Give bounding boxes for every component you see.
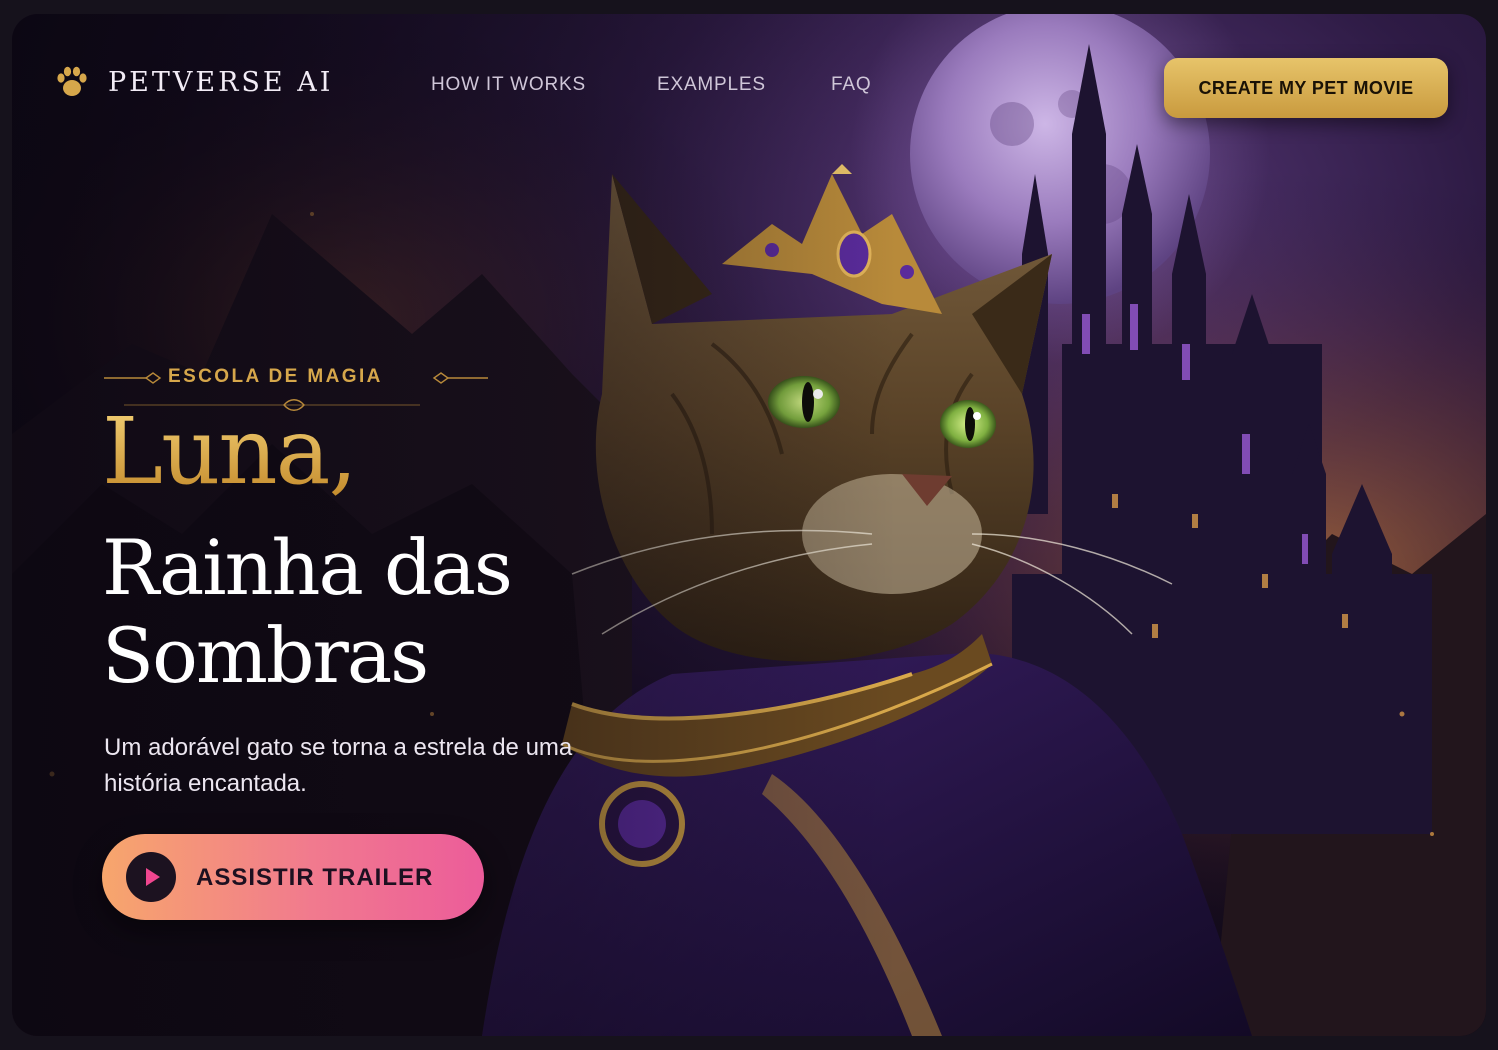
hero-title-subtitle-lines: Rainha das Sombras bbox=[102, 524, 662, 700]
hero-title-line-1: Rainha das bbox=[102, 523, 513, 612]
hero-title-line-2: Sombras bbox=[102, 611, 429, 700]
brand-logo[interactable]: PETVERSE AI bbox=[54, 64, 333, 100]
paw-icon bbox=[57, 66, 87, 96]
nav-link-faq[interactable]: FAQ bbox=[831, 74, 871, 96]
watch-trailer-button[interactable]: ASSISTIR TRAILER bbox=[102, 834, 484, 920]
nav-link-how-it-works[interactable]: HOW IT WORKS bbox=[431, 74, 586, 96]
hero-title-name: Luna, bbox=[102, 398, 358, 505]
nav-link-examples[interactable]: EXAMPLES bbox=[657, 74, 766, 96]
eyebrow-label: ESCOLA DE MAGIA bbox=[168, 366, 383, 387]
play-icon bbox=[126, 852, 176, 902]
create-my-pet-movie-button[interactable]: CREATE MY PET MOVIE bbox=[1164, 58, 1448, 118]
top-nav: PETVERSE AI HOW IT WORKS EXAMPLES FAQ CR… bbox=[12, 14, 1486, 154]
hero-frame: PETVERSE AI HOW IT WORKS EXAMPLES FAQ CR… bbox=[12, 14, 1486, 1036]
watch-trailer-label: ASSISTIR TRAILER bbox=[196, 864, 434, 891]
hero-description: Um adorável gato se torna a estrela de u… bbox=[104, 734, 573, 797]
brand-name: PETVERSE AI bbox=[108, 66, 334, 98]
